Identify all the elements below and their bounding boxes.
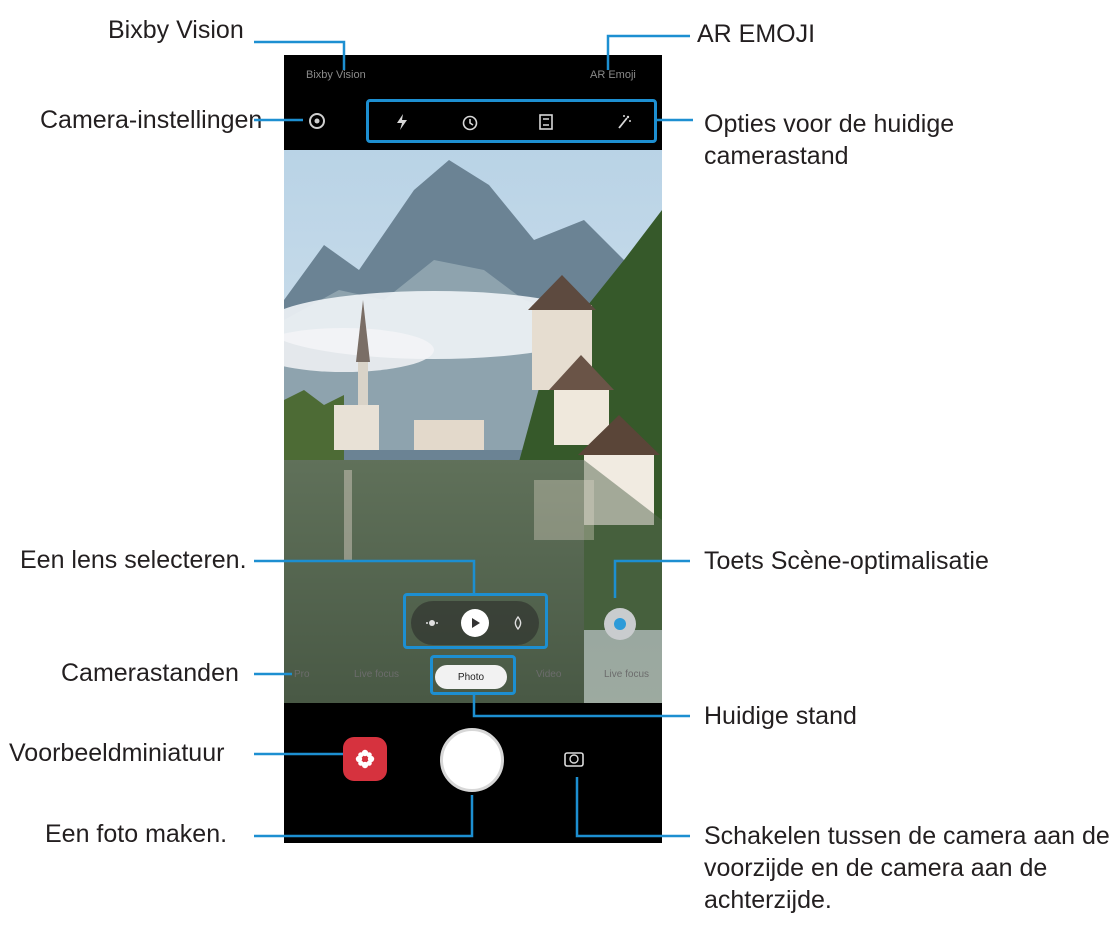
callout-lines: [254, 34, 693, 838]
